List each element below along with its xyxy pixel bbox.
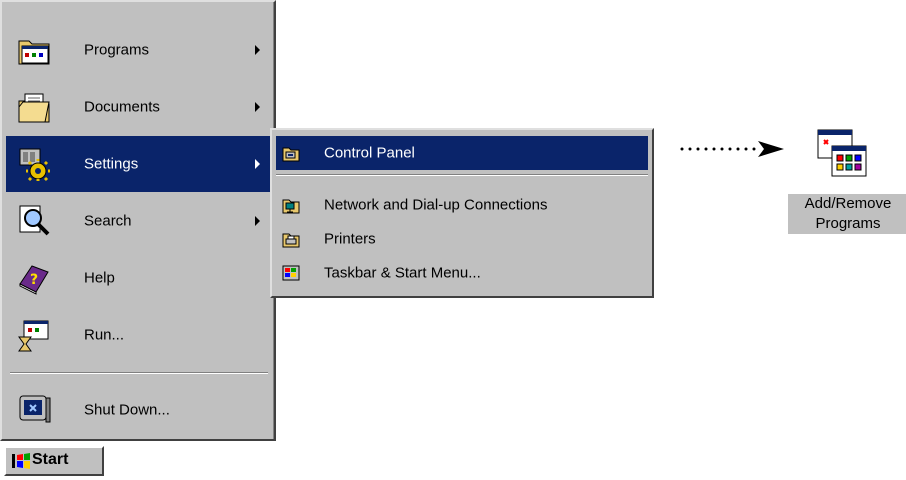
add-remove-programs-label[interactable]: Add/Remove Programs	[788, 194, 906, 234]
start-menu-item-help[interactable]: ? Help	[6, 250, 270, 306]
windows-logo-icon	[12, 453, 30, 469]
dotted-arrow	[680, 141, 784, 157]
network-icon	[282, 199, 300, 214]
start-button[interactable]: Start	[4, 446, 104, 476]
submenu-item-label: Printers	[324, 230, 376, 248]
submenu-arrow-icon	[255, 159, 260, 169]
help-icon: ?	[19, 265, 49, 295]
programs-icon	[18, 40, 50, 65]
submenu-arrow-icon	[255, 102, 260, 112]
settings-icon	[19, 148, 50, 182]
settings-submenu: Control Panel Network and Dial-up Connec…	[270, 128, 654, 298]
submenu-item-label: Taskbar & Start Menu...	[324, 264, 481, 282]
start-menu-item-programs[interactable]: Programs	[6, 22, 270, 78]
desktop-icon-label-line1: Add/Remove	[804, 195, 892, 212]
submenu-item-label: Control Panel	[324, 144, 415, 162]
submenu-item-network[interactable]: Network and Dial-up Connections	[276, 188, 648, 222]
menu-separator	[276, 174, 648, 176]
submenu-arrow-icon	[255, 45, 260, 55]
menu-separator	[10, 372, 268, 374]
taskbar-icon	[282, 265, 300, 281]
submenu-item-taskbar[interactable]: Taskbar & Start Menu...	[276, 256, 648, 290]
start-menu-item-label: Run...	[84, 326, 125, 344]
submenu-item-printers[interactable]: Printers	[276, 222, 648, 256]
run-icon	[18, 320, 49, 352]
start-menu: Programs Documents Settings Search ? Hel…	[0, 0, 276, 441]
start-menu-item-label: Documents	[84, 98, 160, 116]
submenu-arrow-icon	[255, 216, 260, 226]
start-menu-item-label: Help	[84, 269, 115, 287]
start-menu-item-label: Programs	[84, 41, 150, 59]
desktop-icon-label-line2: Programs	[815, 215, 881, 232]
svg-text:?: ?	[30, 272, 38, 288]
printers-icon	[282, 233, 300, 248]
start-menu-item-settings[interactable]: Settings	[6, 136, 270, 192]
add-remove-programs-icon[interactable]	[812, 126, 868, 182]
start-menu-item-search[interactable]: Search	[6, 193, 270, 249]
start-menu-item-label: Shut Down...	[84, 401, 170, 419]
control-panel-icon	[282, 147, 300, 162]
start-button-label: Start	[32, 451, 69, 468]
search-icon	[19, 205, 50, 236]
start-menu-item-shut-down[interactable]: Shut Down...	[6, 382, 270, 438]
start-menu-item-run[interactable]: Run...	[6, 307, 270, 363]
submenu-item-label: Network and Dial-up Connections	[324, 196, 548, 214]
documents-icon	[18, 93, 50, 123]
start-menu-item-label: Search	[84, 212, 132, 230]
start-menu-item-documents[interactable]: Documents	[6, 79, 270, 135]
shut-down-icon	[19, 395, 51, 423]
submenu-item-control-panel[interactable]: Control Panel	[276, 136, 648, 170]
start-menu-item-label: Settings	[84, 155, 139, 173]
